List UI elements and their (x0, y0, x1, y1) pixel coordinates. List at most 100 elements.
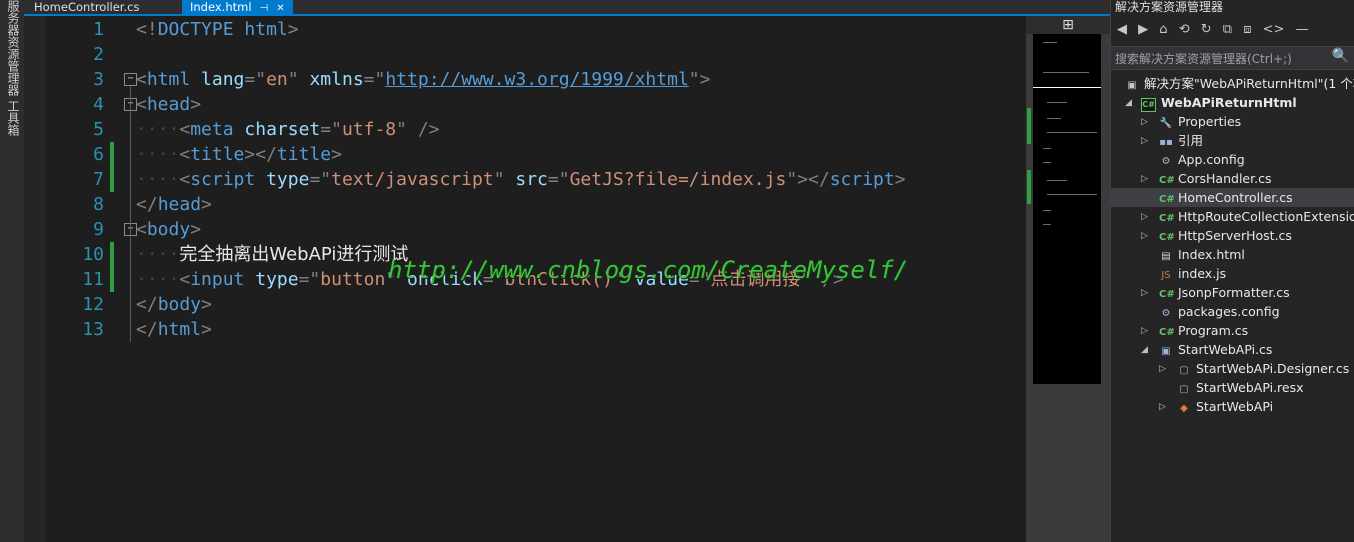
editor-margin (24, 16, 46, 542)
collapsed-arrow-icon[interactable]: ▷ (1141, 288, 1148, 298)
solution-search-box[interactable]: 搜索解决方案资源管理器(Ctrl+;) 🔍 (1111, 46, 1354, 70)
tok: <! (136, 19, 158, 40)
tok: > (201, 319, 212, 340)
csharp-project-icon: C# (1141, 98, 1156, 112)
history-icon[interactable]: ⟲ (1179, 22, 1190, 37)
collapsed-arrow-icon[interactable]: ▷ (1141, 212, 1148, 222)
tok (244, 269, 255, 290)
tree-item[interactable]: C#HttpRouteCollectionExtensions.cs (1159, 207, 1354, 226)
pin-icon[interactable]: ⊣ (260, 3, 269, 14)
expanded-arrow-icon[interactable]: ◢ (1141, 345, 1148, 355)
tok: body (157, 294, 202, 315)
whitespace-dots: ···· (136, 119, 180, 140)
solution-explorer: 解决方案资源管理器 ◀ ▶ ⌂ ⟲ ↻ ⧉ ⧈ <> — 搜索解决方案资源管理器… (1110, 0, 1354, 542)
tok: =" (298, 269, 321, 290)
close-icon[interactable]: ✕ (276, 3, 284, 14)
change-marker (110, 142, 114, 167)
tok: button (320, 269, 386, 290)
tok: < (179, 119, 191, 140)
tree-solution-node[interactable]: ▣ 解决方案"WebAPiReturnHtml"(1 个项目) (1125, 74, 1354, 93)
tok: < (179, 269, 191, 290)
line-number: 11 (82, 269, 104, 290)
line-number: 1 (93, 19, 104, 40)
back-icon[interactable]: ◀ (1117, 22, 1127, 37)
tree-item[interactable]: ▤ Index.html (1159, 245, 1245, 264)
search-icon[interactable]: 🔍 (1332, 48, 1349, 64)
tree-item-selected[interactable]: C# HomeController.cs (1111, 188, 1354, 207)
forward-icon[interactable]: ▶ (1138, 22, 1148, 37)
tab-homecontroller[interactable]: HomeController.cs (26, 0, 147, 14)
minimap-line (1047, 118, 1061, 119)
collapsed-arrow-icon[interactable]: ▷ (1141, 136, 1148, 146)
tab-index-html[interactable]: Index.html ⊣ ✕ (182, 0, 293, 14)
minimap-viewport-top (1033, 87, 1101, 88)
minimap-line (1043, 72, 1089, 73)
collapsed-arrow-icon[interactable]: ▷ (1141, 231, 1148, 241)
tree-label: WebAPiReturnHtml (1161, 95, 1297, 110)
line-number: 2 (93, 44, 104, 65)
tok: > (201, 194, 212, 215)
code-line-8: </head> (136, 192, 212, 217)
tok: DOCTYPE (157, 19, 234, 40)
collapsed-arrow-icon[interactable]: ▷ (1141, 174, 1148, 184)
tree-item[interactable]: 🔧 Properties (1159, 112, 1241, 131)
tok: =" (547, 169, 570, 190)
tok: input (190, 269, 245, 290)
minimap-line (1047, 194, 1097, 195)
line-number: 8 (93, 194, 104, 215)
tok: </ (136, 294, 158, 315)
tree-item[interactable]: C# CorsHandler.cs (1159, 169, 1271, 188)
tok: < (136, 69, 147, 90)
xmlns-link[interactable]: http://www.w3.org/1999/xhtml (385, 69, 688, 90)
line-number: 6 (93, 144, 104, 165)
tree-item[interactable]: ▢ StartWebAPi.resx (1177, 378, 1303, 397)
view-code-icon[interactable]: <> (1263, 22, 1285, 37)
properties-icon[interactable]: — (1296, 22, 1309, 37)
tok: < (136, 94, 147, 115)
tok: > (894, 169, 906, 190)
minimap-line (1047, 180, 1067, 181)
tok: charset (244, 119, 321, 140)
tok: > (287, 19, 299, 40)
toolbox-tab[interactable]: 工具箱 (5, 100, 22, 136)
line-number: 12 (82, 294, 104, 315)
tree-item[interactable]: JS index.js (1159, 264, 1226, 283)
expanded-arrow-icon[interactable]: ◢ (1125, 98, 1132, 108)
tok: </ (136, 319, 158, 340)
server-explorer-tab[interactable]: 服务器资源管理器 (5, 0, 22, 96)
refresh-icon[interactable]: ↻ (1201, 22, 1212, 37)
whitespace-dots: ···· (136, 269, 180, 290)
tree-item[interactable]: ⚙ packages.config (1159, 302, 1280, 321)
code-minimap[interactable] (1033, 34, 1101, 384)
show-all-files-icon[interactable]: ⧈ (1243, 22, 1251, 37)
collapsed-arrow-icon[interactable]: ▷ (1141, 326, 1148, 336)
tree-item[interactable]: C# Program.cs (1159, 321, 1248, 340)
tok: "></ (786, 169, 830, 190)
tree-project-node[interactable]: C# WebAPiReturnHtml (1141, 93, 1297, 112)
tok: </ (136, 194, 158, 215)
code-line-7: ····<script type="text/javascript" src="… (136, 167, 906, 192)
solution-icon: ▣ (1127, 80, 1137, 91)
tree-item[interactable]: ▣ StartWebAPi.cs (1159, 340, 1272, 359)
tree-item[interactable]: ▪▪ 引用 (1159, 131, 1203, 150)
home-icon[interactable]: ⌂ (1159, 22, 1167, 37)
tok (255, 169, 266, 190)
collapsed-arrow-icon[interactable]: ▷ (1141, 117, 1148, 127)
class-icon: ◆ (1180, 403, 1188, 414)
collapse-all-icon[interactable]: ⧉ (1223, 22, 1232, 37)
tree-item[interactable]: C# HttpServerHost.cs (1159, 226, 1292, 245)
solution-explorer-toolbar: ◀ ▶ ⌂ ⟲ ↻ ⧉ ⧈ <> — (1117, 22, 1316, 42)
collapsed-arrow-icon[interactable]: ▷ (1159, 364, 1166, 374)
tok: =" (309, 169, 332, 190)
tree-label: StartWebAPi (1196, 399, 1274, 414)
split-window-button[interactable]: ⊞ (1026, 16, 1110, 34)
tree-item[interactable]: ⚙ App.config (1159, 150, 1245, 169)
tok: "> (688, 69, 711, 90)
tree-item[interactable]: C# JsonpFormatter.cs (1159, 283, 1290, 302)
tree-item[interactable]: ◆ StartWebAPi (1177, 397, 1273, 416)
tok: < (179, 144, 191, 165)
form-icon: ▣ (1161, 346, 1171, 357)
tree-item[interactable]: ▢ StartWebAPi.Designer.cs (1177, 359, 1349, 378)
collapsed-arrow-icon[interactable]: ▷ (1159, 402, 1166, 412)
line-number: 10 (82, 244, 104, 265)
